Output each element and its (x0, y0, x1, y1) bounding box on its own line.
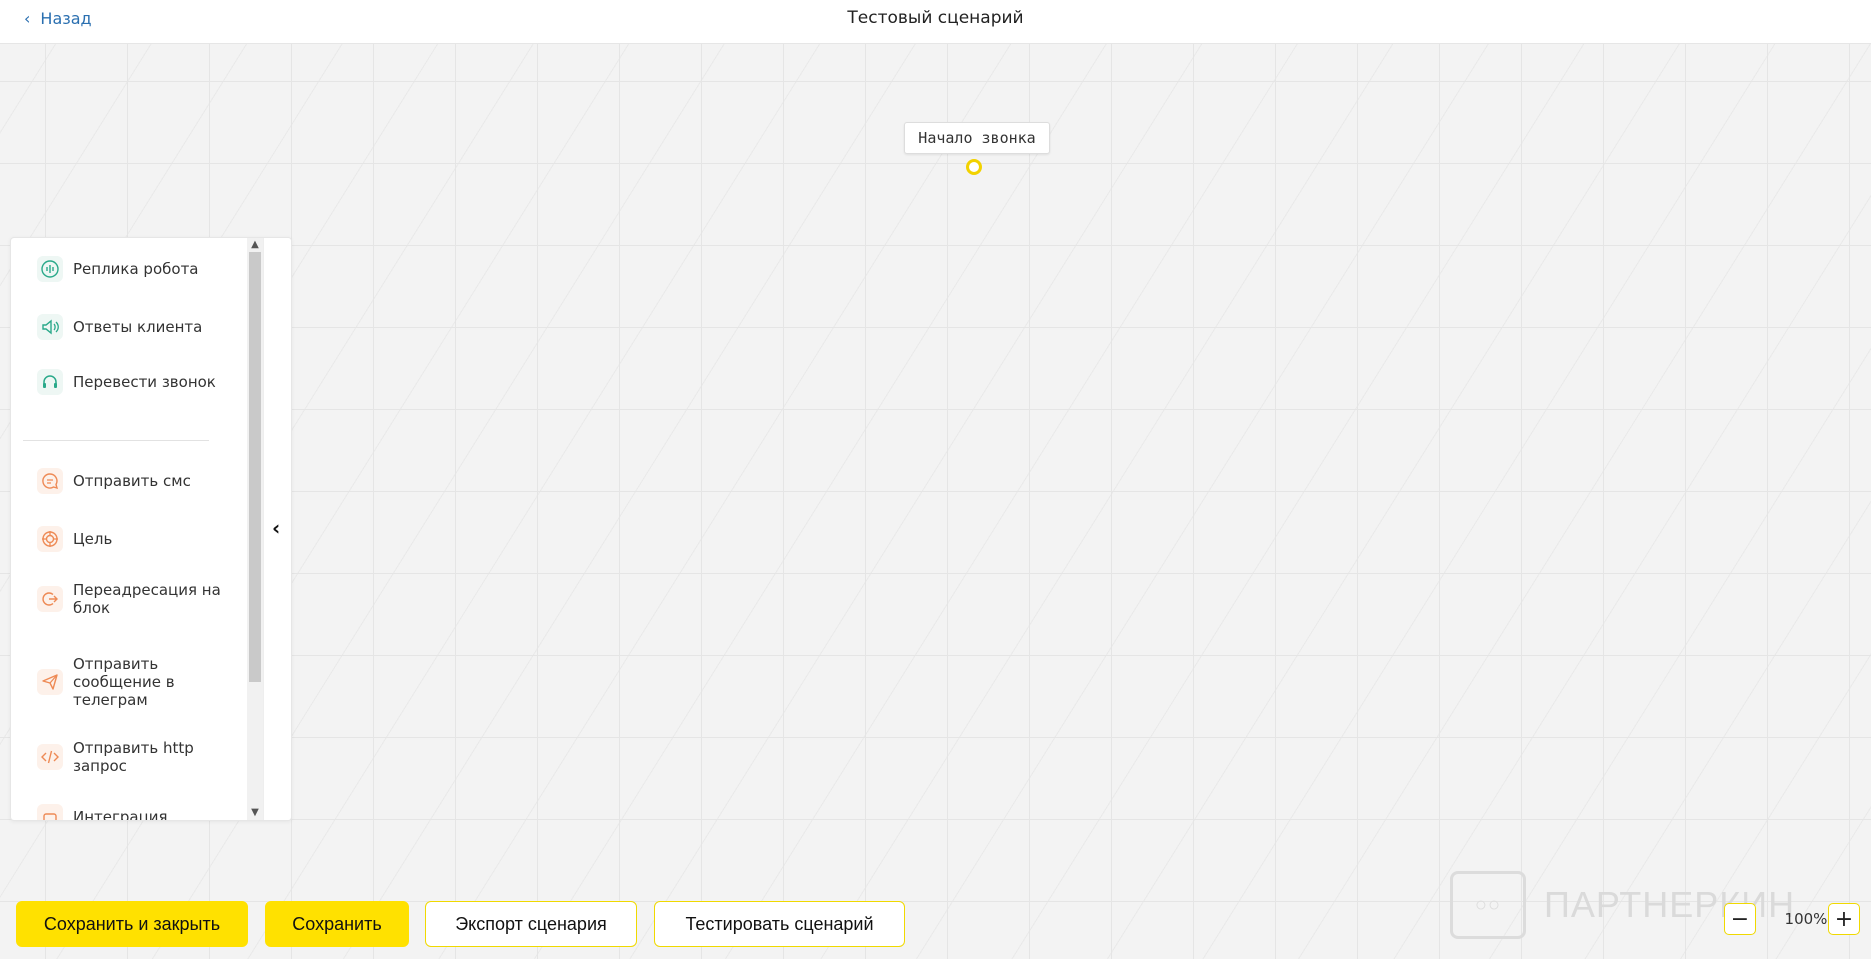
palette-item-send-telegram[interactable]: Отправить сообщение в телеграм (37, 655, 237, 709)
palette-item-redirect-block[interactable]: Переадресация на блок (37, 581, 237, 617)
chat-bubble-icon (37, 468, 63, 494)
palette-item-label: Отправить сообщение в телеграм (73, 655, 175, 709)
palette-item-client-answers[interactable]: Ответы клиента (37, 314, 237, 340)
palette-list: Реплика робота Ответы клиента Перевести … (11, 238, 247, 820)
palette-scroll-thumb[interactable] (249, 252, 261, 682)
integration-icon (37, 804, 63, 820)
paper-plane-icon (37, 669, 63, 695)
top-bar: ‹ Назад Тестовый сценарий (0, 0, 1871, 44)
zoom-out-button[interactable]: − (1724, 903, 1756, 935)
palette-item-label: Отправить смс (73, 472, 191, 490)
palette-item-label: Отправить http запрос (73, 739, 194, 775)
robot-voice-icon (37, 256, 63, 282)
scroll-down-icon[interactable]: ▼ (247, 806, 263, 820)
scenario-canvas[interactable]: Начало звонка Реплика робота Ответы клие… (0, 44, 1871, 959)
palette-item-http-request[interactable]: Отправить http запрос (37, 739, 237, 775)
start-node[interactable]: Начало звонка (904, 122, 1050, 154)
zoom-in-button[interactable]: + (1828, 903, 1860, 935)
palette-divider (23, 440, 209, 441)
palette-item-label: Цель (73, 530, 113, 548)
block-palette: Реплика робота Ответы клиента Перевести … (10, 237, 292, 821)
palette-item-label: Реплика робота (73, 260, 199, 278)
palette-item-integration[interactable]: Интеграция (37, 804, 237, 820)
palette-item-transfer-call[interactable]: Перевести звонок (37, 369, 237, 395)
redirect-icon (37, 586, 63, 612)
target-icon (37, 526, 63, 552)
palette-collapse-button[interactable]: ‹ (263, 238, 291, 820)
export-scenario-button[interactable]: Экспорт сценария (425, 901, 637, 947)
scroll-up-icon[interactable]: ▲ (247, 238, 263, 252)
zoom-level: 100% (1784, 910, 1828, 928)
palette-item-goal[interactable]: Цель (37, 526, 237, 552)
save-and-close-button[interactable]: Сохранить и закрыть (16, 901, 248, 947)
code-icon (37, 744, 63, 770)
palette-item-label: Ответы клиента (73, 318, 203, 336)
watermark-logo-icon: ○○ (1450, 871, 1526, 939)
palette-item-label: Перевести звонок (73, 373, 216, 391)
palette-item-send-sms[interactable]: Отправить смс (37, 468, 237, 494)
start-node-port[interactable] (966, 159, 982, 175)
save-button[interactable]: Сохранить (265, 901, 409, 947)
palette-item-robot-reply[interactable]: Реплика робота (37, 256, 237, 282)
minus-icon: − (1730, 906, 1750, 932)
chevron-left-icon: ‹ (272, 516, 281, 540)
headset-icon (37, 369, 63, 395)
page-title: Тестовый сценарий (847, 8, 1024, 28)
palette-item-label: Интеграция (73, 808, 168, 820)
watermark-text: ПАРТНЕРКИН (1544, 884, 1796, 925)
speaker-icon (37, 314, 63, 340)
palette-item-label: Переадресация на блок (73, 581, 221, 617)
test-scenario-button[interactable]: Тестировать сценарий (654, 901, 905, 947)
plus-icon: + (1834, 906, 1854, 932)
